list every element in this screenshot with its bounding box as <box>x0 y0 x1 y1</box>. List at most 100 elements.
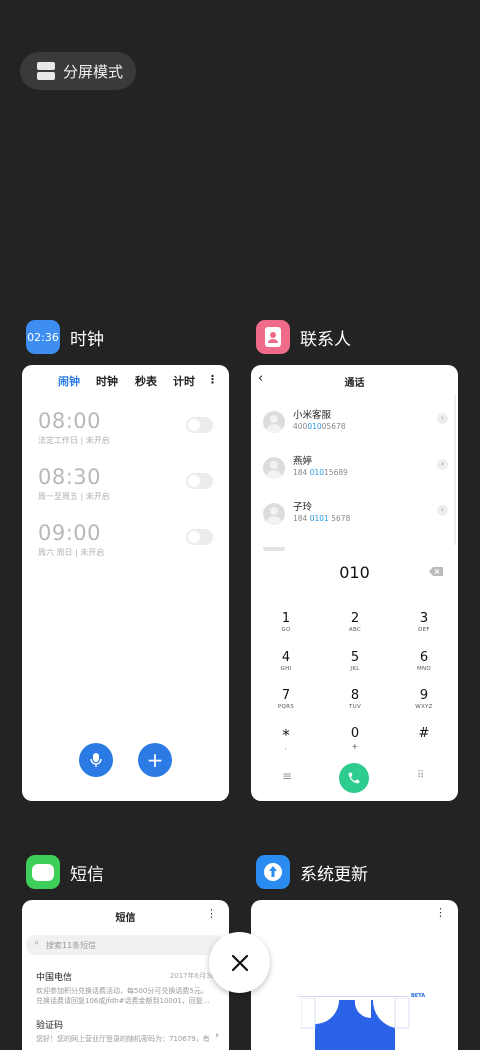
search-placeholder: 搜索11条短信 <box>46 941 97 950</box>
contact-name: 子玲 <box>293 502 313 513</box>
phone-icon <box>348 772 360 784</box>
update-app-card[interactable]: ⋮ BETA <box>251 900 458 1050</box>
dial-key-1[interactable]: 1 GO <box>256 611 316 633</box>
add-alarm-button[interactable]: + <box>138 743 172 777</box>
scrollbar[interactable] <box>454 395 456 545</box>
tab-clock[interactable]: 时钟 <box>96 373 118 389</box>
key-digit: 5 <box>350 650 360 665</box>
alarm-repeat: 法定工作日 | 未开启 <box>38 436 110 445</box>
clock-app-icon: 02:36 <box>26 320 60 354</box>
key-letters: GO <box>281 627 291 633</box>
key-letters: , <box>284 745 288 751</box>
alarm-item[interactable]: 08:00 法定工作日 | 未开启 <box>38 409 213 459</box>
message-item[interactable]: 验证码 您好！您的网上营业厅登录的随机密码为：710679，有 › <box>36 1018 221 1044</box>
key-digit: * <box>282 726 290 744</box>
tab-stopwatch[interactable]: 秒表 <box>135 373 157 389</box>
avatar <box>263 411 285 433</box>
alarm-toggle[interactable] <box>186 473 213 489</box>
key-digit: 4 <box>281 650 291 665</box>
key-digit: 7 <box>281 688 291 703</box>
dial-key-5[interactable]: 5 JKL <box>325 650 385 672</box>
key-digit: # <box>418 726 430 741</box>
contact-number: 184 0101 5678 <box>293 514 351 523</box>
clock-icon-text: 02:36 <box>27 330 59 344</box>
dialed-number: 010 <box>339 563 370 582</box>
chevron-right-icon[interactable]: › <box>437 413 448 424</box>
menu-icon[interactable]: ≡ <box>282 769 292 783</box>
chevron-right-icon[interactable]: › <box>437 505 448 516</box>
backspace-icon[interactable] <box>429 567 443 576</box>
dial-key-7[interactable]: 7 PQRS <box>256 688 316 710</box>
microphone-icon <box>90 753 102 767</box>
dial-key-0[interactable]: 0 + <box>325 726 385 751</box>
contact-item[interactable]: 燕婷 184 01015689 › <box>263 453 448 493</box>
dial-key-4[interactable]: 4 GHI <box>256 650 316 672</box>
alarm-repeat: 周一至周五 | 未开启 <box>38 492 110 501</box>
alarm-toggle[interactable] <box>186 417 213 433</box>
dial-key-9[interactable]: 9 WXYZ <box>394 688 454 710</box>
dial-key-6[interactable]: 6 MNO <box>394 650 454 672</box>
alarm-item[interactable]: 08:30 周一至周五 | 未开启 <box>38 465 213 515</box>
split-screen-label: 分屏模式 <box>63 62 124 81</box>
more-icon[interactable]: ⋮ <box>207 373 218 386</box>
key-digit: 0 <box>350 726 360 741</box>
clock-app-header[interactable]: 02:36 时钟 <box>26 320 104 354</box>
contact-item[interactable]: 小米客服 40001005678 › <box>263 407 448 447</box>
contacts-app-header[interactable]: 联系人 <box>256 320 351 354</box>
alarm-item[interactable]: 09:00 周六 周日 | 未开启 <box>38 521 213 571</box>
avatar <box>263 503 285 525</box>
more-icon[interactable]: ⋮ <box>435 906 446 919</box>
dial-key-8[interactable]: 8 TUV <box>325 688 385 710</box>
dial-key-3[interactable]: 3 DEF <box>394 611 454 633</box>
tab-alarm[interactable]: 闹钟 <box>58 373 80 389</box>
alarm-toggle[interactable] <box>186 529 213 545</box>
sms-app-header[interactable]: 短信 <box>26 855 104 889</box>
call-button[interactable] <box>339 763 369 793</box>
sms-app-card[interactable]: 短信 ⋮ ⌕ 搜索11条短信 中国电信 2017年6月30 欢迎参加积分兑换话费… <box>22 900 229 1050</box>
tab-timer[interactable]: 计时 <box>173 373 195 389</box>
sms-app-icon <box>26 855 60 889</box>
update-app-icon <box>256 855 290 889</box>
more-icon[interactable]: ⋮ <box>206 907 217 920</box>
key-letters: DEF <box>418 627 430 633</box>
update-app-title: 系统更新 <box>300 864 368 885</box>
key-letters: WXYZ <box>415 704 433 710</box>
key-digit: 8 <box>350 688 360 703</box>
clear-all-button[interactable] <box>209 932 270 993</box>
keypad-toggle-icon[interactable]: ⠿ <box>417 770 424 781</box>
split-screen-button[interactable]: 分屏模式 <box>20 52 136 90</box>
clock-app-card[interactable]: 闹钟 时钟 秒表 计时 ⋮ 08:00 法定工作日 | 未开启 08:30 周一… <box>22 365 229 801</box>
key-letters: + <box>351 742 359 751</box>
key-digit: 6 <box>419 650 429 665</box>
update-app-header[interactable]: 系统更新 <box>256 855 368 889</box>
alarm-repeat: 周六 周日 | 未开启 <box>38 548 105 557</box>
contacts-app-card[interactable]: ‹ 通话 小米客服 40001005678 › 燕婷 184 01015689 … <box>251 365 458 801</box>
message-item[interactable]: 中国电信 2017年6月30 欢迎参加积分兑换话费活动，每500分可兑换话费5元… <box>36 970 221 1006</box>
divider-line <box>299 996 409 997</box>
key-letters: ABC <box>348 627 362 633</box>
message-preview: 兑换话费请回复106或jfdh#话费金额到10001，回复... <box>36 997 210 1005</box>
dial-key-star[interactable]: *, <box>256 726 316 751</box>
contacts-app-title: 联系人 <box>300 329 351 350</box>
close-icon <box>231 954 248 971</box>
key-digit: 1 <box>281 611 291 626</box>
clock-tabs: 闹钟 时钟 秒表 计时 ⋮ <box>22 373 229 389</box>
update-illustration <box>301 998 410 1050</box>
key-letters: PQRS <box>277 704 295 710</box>
voice-alarm-button[interactable] <box>79 743 113 777</box>
contact-item[interactable]: 子玲 184 0101 5678 › <box>263 499 448 539</box>
search-icon: ⌕ <box>34 938 40 948</box>
message-preview: 欢迎参加积分兑换话费活动，每500分可兑换话费5元。 <box>36 987 208 995</box>
contact-number: 40001005678 <box>293 422 346 431</box>
key-digit: 3 <box>419 611 429 626</box>
avatar <box>263 457 285 479</box>
search-input[interactable]: ⌕ 搜索11条短信 <box>26 935 225 955</box>
key-digit: 9 <box>419 688 429 703</box>
split-screen-icon <box>37 62 55 80</box>
chevron-right-icon: › <box>215 1030 219 1041</box>
contacts-app-icon <box>256 320 290 354</box>
chevron-right-icon[interactable]: › <box>437 459 448 470</box>
contact-name: 燕婷 <box>293 456 313 467</box>
dial-key-2[interactable]: 2 ABC <box>325 611 385 633</box>
dial-key-hash[interactable]: # <box>394 726 454 742</box>
